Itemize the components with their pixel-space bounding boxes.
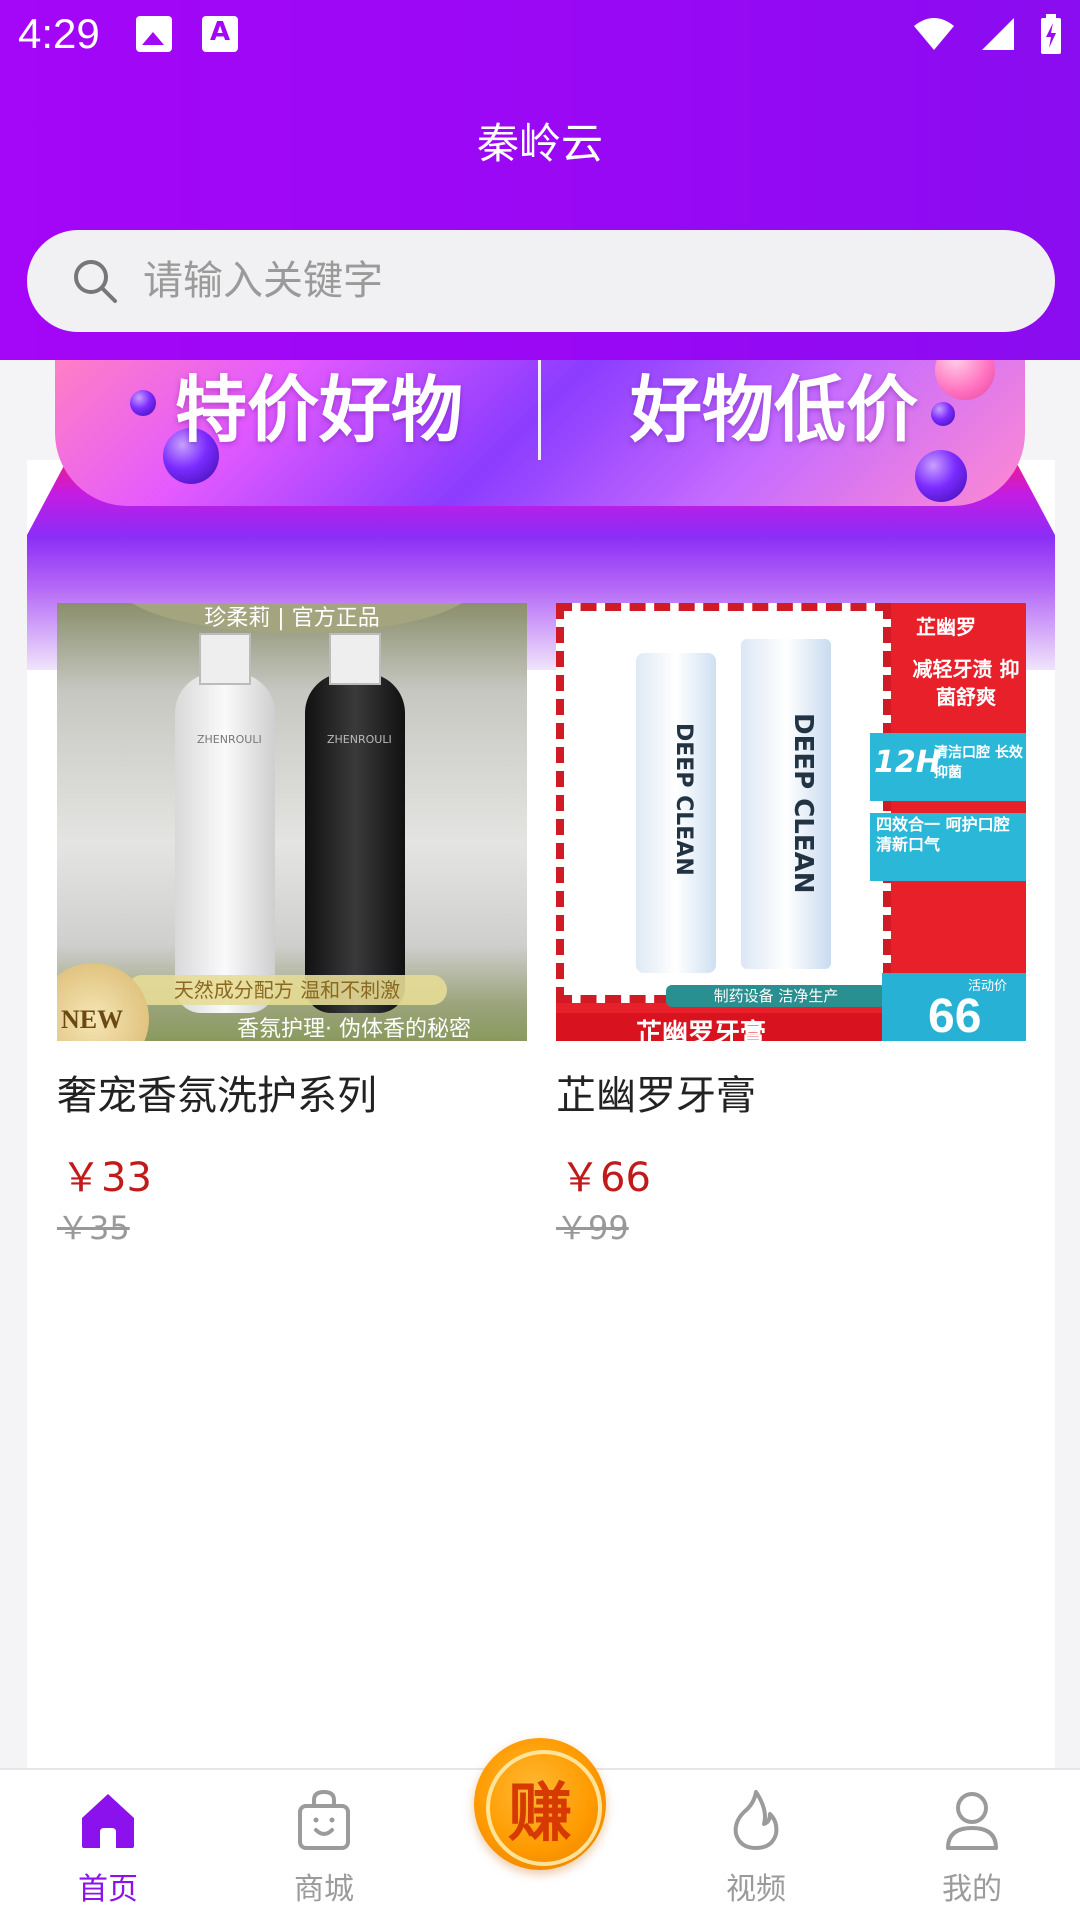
product-price: ￥33 <box>61 1155 152 1201</box>
tab-label: 首页 <box>78 1872 138 1907</box>
banner-right-text: 好物低价 <box>630 368 919 452</box>
bubble-decoration <box>130 390 156 416</box>
battery-icon <box>1041 14 1061 54</box>
product-name: 奢宠香氛洗护系列 <box>57 1073 377 1119</box>
user-icon <box>946 1792 998 1850</box>
new-badge: NEW <box>61 1005 124 1034</box>
cell-signal-icon <box>982 18 1014 50</box>
status-bar: 4:29 <box>0 0 1080 72</box>
product-image[interactable]: DEEP CLEAN DEEP CLEAN 芷幽罗 减轻牙渍 抑菌舒爽 12H … <box>556 603 1026 1041</box>
banner-divider <box>538 360 541 460</box>
tab-label: 我的 <box>942 1872 1002 1907</box>
image-caption: 芷幽罗牙膏 <box>636 1019 767 1041</box>
promo-value: 66 <box>928 990 982 1041</box>
image-notification-icon <box>136 16 172 52</box>
image-caption: 香氛护理· 伪体香的秘密 <box>237 1017 471 1041</box>
promo-banner[interactable]: 特价好物 好物低价 <box>55 360 1025 506</box>
page-title: 秦岭云 <box>476 119 603 168</box>
product-original-price: ￥35 <box>57 1209 130 1247</box>
product-card[interactable]: 珍柔莉 | 官方正品 ZHENROULI ZHENROULI 天然成分配方 温和… <box>57 603 527 1247</box>
tab-home[interactable]: 首页 <box>28 1770 188 1920</box>
wifi-icon <box>914 18 954 50</box>
image-caption: 珍柔莉 | 官方正品 <box>204 606 380 631</box>
tab-video[interactable]: 视频 <box>676 1770 836 1920</box>
bottle-label: ZHENROULI <box>327 733 392 746</box>
product-card[interactable]: DEEP CLEAN DEEP CLEAN 芷幽罗 减轻牙渍 抑菌舒爽 12H … <box>556 603 1026 1247</box>
flame-icon <box>733 1790 779 1850</box>
tab-mall[interactable]: 商城 <box>244 1770 404 1920</box>
home-icon <box>82 1794 134 1848</box>
tab-label: 视频 <box>726 1872 786 1907</box>
product-box-text: DEEP CLEAN <box>671 723 696 876</box>
tab-label: 商城 <box>294 1872 354 1907</box>
bubble-decoration <box>931 402 955 426</box>
app-header: 4:29 秦岭云 <box>0 0 1080 360</box>
text-notification-icon <box>202 16 238 52</box>
bubble-decoration <box>935 360 995 400</box>
product-box-text: DEEP CLEAN <box>788 713 818 894</box>
image-claim: 12H <box>874 745 941 780</box>
image-claim: 清洁口腔 长效抑菌 <box>934 745 1023 781</box>
product-image[interactable]: 珍柔莉 | 官方正品 ZHENROULI ZHENROULI 天然成分配方 温和… <box>57 603 527 1041</box>
search-icon <box>74 260 117 303</box>
bubble-decoration <box>915 450 967 502</box>
search-input[interactable] <box>143 248 1003 314</box>
image-tagline: 天然成分配方 温和不刺激 <box>127 975 447 1005</box>
product-original-price: ￥99 <box>556 1209 629 1247</box>
search-bar[interactable] <box>27 230 1055 332</box>
shopping-bag-icon <box>298 1789 350 1850</box>
status-time: 4:29 <box>18 10 100 57</box>
product-price: ￥66 <box>560 1155 651 1201</box>
earn-icon: 赚 <box>508 1777 572 1851</box>
tab-mine[interactable]: 我的 <box>892 1770 1052 1920</box>
bottle-label: ZHENROULI <box>197 733 262 746</box>
image-claim: 四效合一 呵护口腔 清新口气 <box>876 815 1010 854</box>
banner-left-text: 特价好物 <box>175 368 464 452</box>
image-strip: 制药设备 洁净生产 <box>666 985 886 1007</box>
image-brand: 芷幽罗 <box>916 615 976 639</box>
product-name: 芷幽罗牙膏 <box>556 1073 756 1119</box>
earn-button[interactable]: 赚 <box>474 1738 606 1870</box>
image-claim: 减轻牙渍 抑菌舒爽 <box>912 657 1020 709</box>
